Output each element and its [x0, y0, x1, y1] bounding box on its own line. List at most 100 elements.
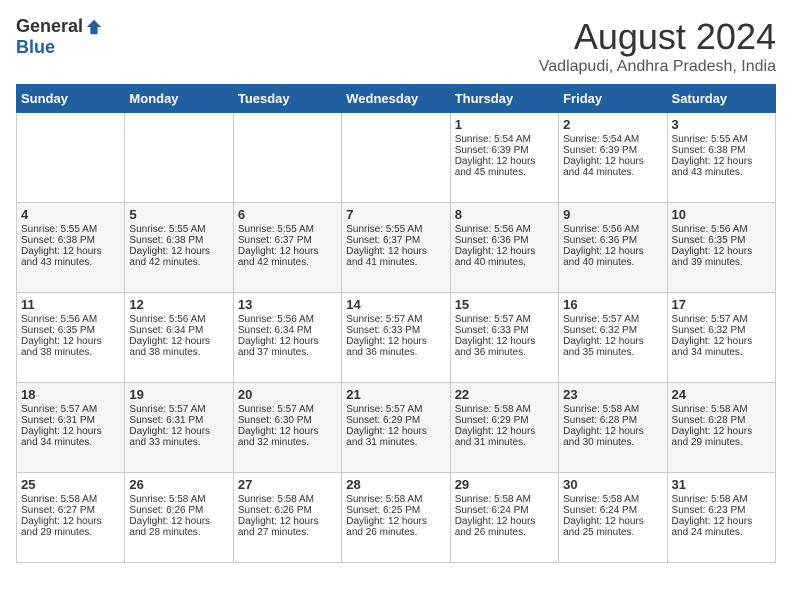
day-number: 27 — [238, 477, 337, 492]
logo: General Blue — [16, 16, 103, 58]
calendar-cell: 24 Sunrise: 5:58 AM Sunset: 6:28 PM Dayli… — [667, 383, 775, 473]
day-number: 1 — [455, 117, 554, 132]
day-number: 10 — [672, 207, 771, 222]
calendar-cell: 11 Sunrise: 5:56 AM Sunset: 6:35 PM Dayli… — [17, 293, 125, 383]
title-area: August 2024 Vadlapudi, Andhra Pradesh, I… — [539, 16, 776, 76]
day-number: 22 — [455, 387, 554, 402]
day-info: Sunrise: 5:58 AM Sunset: 6:23 PM Dayligh… — [672, 494, 771, 538]
day-number: 19 — [129, 387, 228, 402]
weekday-header-row: SundayMondayTuesdayWednesdayThursdayFrid… — [17, 85, 776, 113]
day-number: 7 — [346, 207, 445, 222]
calendar-cell: 17Sunrise: 5:57 AM Sunset: 6:32 PM Dayli… — [667, 293, 775, 383]
day-info: Sunrise: 5:58 AM Sunset: 6:28 PM Dayligh… — [563, 404, 662, 448]
day-number: 25 — [21, 477, 120, 492]
calendar-week-row: 4 Sunrise: 5:55 AM Sunset: 6:38 PM Daylig… — [17, 203, 776, 293]
calendar-cell: 14Sunrise: 5:57 AM Sunset: 6:33 PM Dayli… — [342, 293, 450, 383]
calendar-week-row: 25 Sunrise: 5:58 AM Sunset: 6:27 PM Dayli… — [17, 473, 776, 563]
calendar-cell: 1 Sunrise: 5:54 AM Sunset: 6:39 PM Daylig… — [450, 113, 558, 203]
calendar-cell: 15Sunrise: 5:57 AM Sunset: 6:33 PM Dayli… — [450, 293, 558, 383]
day-number: 8 — [455, 207, 554, 222]
calendar-cell: 3 Sunrise: 5:55 AM Sunset: 6:38 PM Daylig… — [667, 113, 775, 203]
day-info: Sunrise: 5:55 AM Sunset: 6:38 PM Dayligh… — [672, 134, 771, 178]
day-info: Sunrise: 5:58 AM Sunset: 6:28 PM Dayligh… — [672, 404, 771, 448]
day-number: 6 — [238, 207, 337, 222]
weekday-header-wednesday: Wednesday — [342, 85, 450, 113]
day-number: 13 — [238, 297, 337, 312]
day-info: Sunrise: 5:58 AM Sunset: 6:25 PM Dayligh… — [346, 494, 445, 538]
calendar-cell: 10 Sunrise: 5:56 AM Sunset: 6:35 PM Dayli… — [667, 203, 775, 293]
calendar-cell: 12Sunrise: 5:56 AM Sunset: 6:34 PM Dayli… — [125, 293, 233, 383]
day-number: 17 — [672, 297, 771, 312]
weekday-header-thursday: Thursday — [450, 85, 558, 113]
day-info: Sunrise: 5:58 AM Sunset: 6:27 PM Dayligh… — [21, 494, 120, 538]
calendar-cell: 28 Sunrise: 5:58 AM Sunset: 6:25 PM Dayli… — [342, 473, 450, 563]
calendar-cell: 6 Sunrise: 5:55 AM Sunset: 6:37 PM Daylig… — [233, 203, 341, 293]
location-subtitle: Vadlapudi, Andhra Pradesh, India — [539, 58, 776, 76]
day-number: 18 — [21, 387, 120, 402]
calendar-cell: 31 Sunrise: 5:58 AM Sunset: 6:23 PM Dayli… — [667, 473, 775, 563]
day-info: Sunrise: 5:58 AM Sunset: 6:26 PM Dayligh… — [129, 494, 228, 538]
calendar-cell: 4Sunrise: 5:55 AM Sunset: 6:38 PM Daylig… — [17, 203, 125, 293]
day-number: 26 — [129, 477, 228, 492]
calendar-week-row: 1 Sunrise: 5:54 AM Sunset: 6:39 PM Daylig… — [17, 113, 776, 203]
calendar-cell: 2Sunrise: 5:54 AM Sunset: 6:39 PM Daylig… — [559, 113, 667, 203]
calendar-cell: 20 Sunrise: 5:57 AM Sunset: 6:30 PM Dayli… — [233, 383, 341, 473]
calendar-week-row: 11 Sunrise: 5:56 AM Sunset: 6:35 PM Dayli… — [17, 293, 776, 383]
day-info: Sunrise: 5:55 AM Sunset: 6:38 PM Dayligh… — [129, 224, 228, 268]
weekday-header-monday: Monday — [125, 85, 233, 113]
day-info: Sunrise: 5:57 AM Sunset: 6:32 PM Dayligh… — [563, 314, 662, 358]
weekday-header-friday: Friday — [559, 85, 667, 113]
day-info: Sunrise: 5:58 AM Sunset: 6:24 PM Dayligh… — [563, 494, 662, 538]
day-number: 11 — [21, 297, 120, 312]
logo-general-text: General — [16, 16, 83, 37]
calendar-cell: 22Sunrise: 5:58 AM Sunset: 6:29 PM Dayli… — [450, 383, 558, 473]
calendar-table: SundayMondayTuesdayWednesdayThursdayFrid… — [16, 84, 776, 563]
day-info: Sunrise: 5:58 AM Sunset: 6:26 PM Dayligh… — [238, 494, 337, 538]
day-info: Sunrise: 5:55 AM Sunset: 6:37 PM Dayligh… — [238, 224, 337, 268]
weekday-header-saturday: Saturday — [667, 85, 775, 113]
day-number: 29 — [455, 477, 554, 492]
calendar-cell: 23Sunrise: 5:58 AM Sunset: 6:28 PM Dayli… — [559, 383, 667, 473]
day-info: Sunrise: 5:58 AM Sunset: 6:24 PM Dayligh… — [455, 494, 554, 538]
calendar-cell — [233, 113, 341, 203]
weekday-header-tuesday: Tuesday — [233, 85, 341, 113]
calendar-cell — [125, 113, 233, 203]
calendar-cell: 5 Sunrise: 5:55 AM Sunset: 6:38 PM Daylig… — [125, 203, 233, 293]
day-number: 3 — [672, 117, 771, 132]
day-number: 5 — [129, 207, 228, 222]
day-number: 12 — [129, 297, 228, 312]
day-number: 31 — [672, 477, 771, 492]
day-info: Sunrise: 5:57 AM Sunset: 6:31 PM Dayligh… — [129, 404, 228, 448]
calendar-header: SundayMondayTuesdayWednesdayThursdayFrid… — [17, 85, 776, 113]
calendar-cell: 19 Sunrise: 5:57 AM Sunset: 6:31 PM Dayli… — [125, 383, 233, 473]
calendar-cell — [342, 113, 450, 203]
day-number: 24 — [672, 387, 771, 402]
calendar-cell: 7Sunrise: 5:55 AM Sunset: 6:37 PM Daylig… — [342, 203, 450, 293]
calendar-cell: 13 Sunrise: 5:56 AM Sunset: 6:34 PM Dayli… — [233, 293, 341, 383]
day-info: Sunrise: 5:56 AM Sunset: 6:35 PM Dayligh… — [672, 224, 771, 268]
day-info: Sunrise: 5:56 AM Sunset: 6:35 PM Dayligh… — [21, 314, 120, 358]
calendar-cell: 29 Sunrise: 5:58 AM Sunset: 6:24 PM Dayli… — [450, 473, 558, 563]
calendar-cell: 18Sunrise: 5:57 AM Sunset: 6:31 PM Dayli… — [17, 383, 125, 473]
day-info: Sunrise: 5:57 AM Sunset: 6:33 PM Dayligh… — [455, 314, 554, 358]
calendar-week-row: 18 Sunrise: 5:57 AM Sunset: 6:31 PM Dayli… — [17, 383, 776, 473]
day-info: Sunrise: 5:54 AM Sunset: 6:39 PM Dayligh… — [455, 134, 554, 178]
day-info: Sunrise: 5:57 AM Sunset: 6:30 PM Dayligh… — [238, 404, 337, 448]
day-number: 20 — [238, 387, 337, 402]
day-number: 4 — [21, 207, 120, 222]
day-info: Sunrise: 5:56 AM Sunset: 6:34 PM Dayligh… — [238, 314, 337, 358]
calendar-cell — [17, 113, 125, 203]
day-number: 14 — [346, 297, 445, 312]
day-number: 30 — [563, 477, 662, 492]
day-number: 28 — [346, 477, 445, 492]
logo-blue-text: Blue — [16, 37, 55, 57]
day-number: 2 — [563, 117, 662, 132]
day-info: Sunrise: 5:56 AM Sunset: 6:36 PM Dayligh… — [455, 224, 554, 268]
calendar-cell: 25 Sunrise: 5:58 AM Sunset: 6:27 PM Dayli… — [17, 473, 125, 563]
day-number: 21 — [346, 387, 445, 402]
day-info: Sunrise: 5:56 AM Sunset: 6:36 PM Dayligh… — [563, 224, 662, 268]
calendar-cell: 30 Sunrise: 5:58 AM Sunset: 6:24 PM Dayli… — [559, 473, 667, 563]
calendar-cell: 16Sunrise: 5:57 AM Sunset: 6:32 PM Dayli… — [559, 293, 667, 383]
calendar-cell: 27 Sunrise: 5:58 AM Sunset: 6:26 PM Dayli… — [233, 473, 341, 563]
day-number: 9 — [563, 207, 662, 222]
